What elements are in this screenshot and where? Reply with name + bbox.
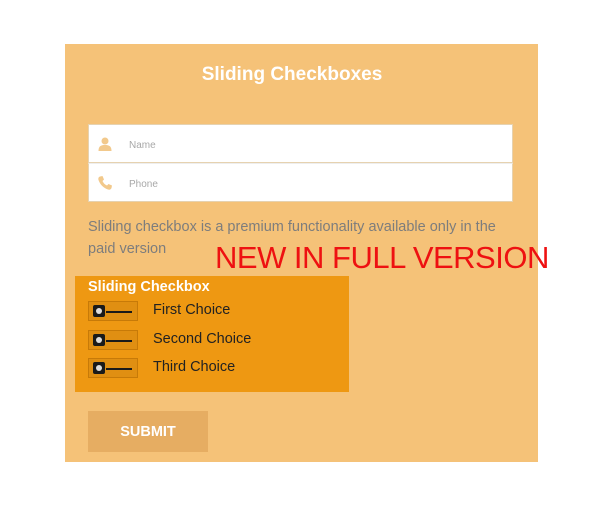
slider-track [106, 368, 132, 370]
full-version-banner: NEW IN FULL VERSION [215, 240, 549, 275]
choice-label: Second Choice [153, 331, 252, 347]
slider-toggle[interactable] [88, 301, 138, 321]
slider-knob [93, 334, 105, 346]
name-input[interactable] [127, 133, 491, 157]
sliding-checkbox-title: Sliding Checkbox [88, 279, 210, 295]
choice-label: Third Choice [153, 359, 236, 375]
slider-toggle[interactable] [88, 358, 138, 378]
phone-icon [98, 176, 112, 190]
sliding-checkbox-group: Sliding Checkbox First Choice Second Cho… [75, 276, 349, 392]
slider-track [106, 340, 132, 342]
slider-knob [93, 362, 105, 374]
choice-first[interactable]: First Choice [88, 301, 328, 321]
user-icon [98, 137, 112, 151]
form-title: Sliding Checkboxes [201, 64, 383, 85]
slider-knob [93, 305, 105, 317]
slider-toggle[interactable] [88, 330, 138, 350]
phone-field[interactable] [88, 163, 513, 202]
submit-button[interactable]: SUBMIT [88, 411, 208, 452]
slider-track [106, 311, 132, 313]
choice-label: First Choice [153, 302, 231, 318]
phone-input[interactable] [127, 172, 491, 196]
choice-third[interactable]: Third Choice [88, 358, 328, 378]
name-field[interactable] [88, 124, 513, 163]
choice-second[interactable]: Second Choice [88, 330, 328, 350]
